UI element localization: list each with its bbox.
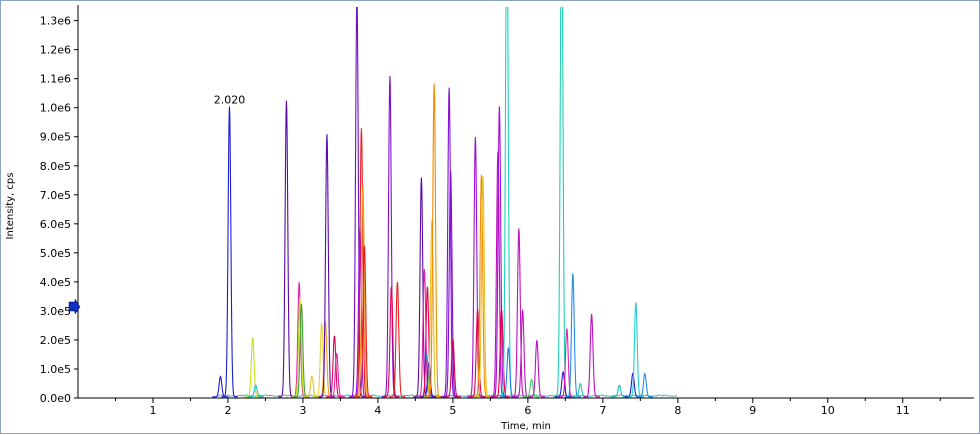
x-tick-label-3: 4 xyxy=(374,404,381,417)
chromatogram-peak-44 xyxy=(528,340,545,398)
peak-annotation-label: 2.020 xyxy=(214,94,246,107)
x-tick-label-8: 9 xyxy=(749,404,756,417)
y-tick-label-6: 6.0e5 xyxy=(40,218,71,231)
x-tick-label-1: 2 xyxy=(224,404,231,417)
y-tick-label-8: 8.0e5 xyxy=(40,160,71,173)
y-tick-label-0: 0.0e0 xyxy=(40,392,71,405)
y-tick-label-3: 3.0e5 xyxy=(40,305,71,318)
chromatogram-peak-4 xyxy=(278,100,295,398)
x-tick-label-2: 3 xyxy=(299,404,306,417)
y-tick-label-9: 9.0e5 xyxy=(40,131,71,144)
y-tick-label-5: 5.0e5 xyxy=(40,247,71,260)
ticks: 0.0e0 1.0e5 2.0e5 3.0e5 4.0e5 5.0e5 6.0e5 7.0e5… xyxy=(40,15,941,417)
chart-window: 0.0e0 1.0e5 2.0e5 3.0e5 4.0e5 5.0e5 6.0e5 7.0e5… xyxy=(0,0,980,434)
chromatogram-chart: 0.0e0 1.0e5 2.0e5 3.0e5 4.0e5 5.0e5 6.0e5 7.0e5… xyxy=(5,5,974,432)
chromatogram-peak-0 xyxy=(221,106,238,398)
y-tick-label-10: 1.0e6 xyxy=(40,102,71,115)
x-tick-label-9: 10 xyxy=(821,404,835,417)
y-tick-label-13: 1.3e6 xyxy=(40,15,71,28)
y-tick-label-4: 4.0e5 xyxy=(40,276,71,289)
y-tick-label-7: 7.0e5 xyxy=(40,189,71,202)
chromatogram-peak-50 xyxy=(583,314,600,398)
x-tick-label-0: 1 xyxy=(149,404,156,417)
x-tick-label-4: 5 xyxy=(449,404,456,417)
y-axis-title: Intensity, cps xyxy=(5,173,16,240)
chromatogram-peak-53 xyxy=(627,302,644,398)
axes xyxy=(77,5,974,399)
chromatogram-peak-8 xyxy=(303,375,321,398)
y-tick-label-11: 1.1e6 xyxy=(40,73,71,86)
y-tick-label-1: 1.0e5 xyxy=(40,363,71,376)
plot-area xyxy=(212,7,678,398)
chromatogram-peak-49 xyxy=(572,382,589,398)
x-tick-label-5: 6 xyxy=(524,404,531,417)
x-tick-label-7: 8 xyxy=(674,404,681,417)
chromatogram-peak-39 xyxy=(498,7,515,398)
y-tick-label-12: 1.2e6 xyxy=(40,44,71,57)
x-axis-title: Time, min xyxy=(500,421,551,432)
x-tick-label-6: 7 xyxy=(599,404,606,417)
y-tick-label-2: 2.0e5 xyxy=(40,334,71,347)
chromatogram-peak-2 xyxy=(244,337,261,398)
x-tick-label-10: 11 xyxy=(896,404,910,417)
